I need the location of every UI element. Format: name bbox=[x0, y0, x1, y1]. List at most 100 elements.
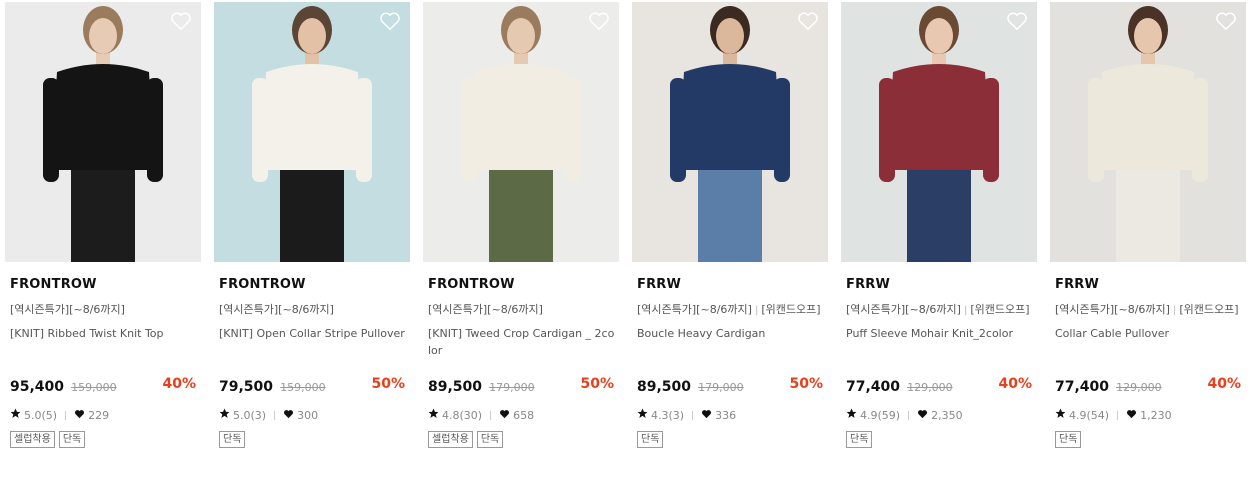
product-tags: 단독 bbox=[1050, 431, 1246, 448]
meta-divider bbox=[1117, 410, 1119, 420]
sale-price: 95,400 bbox=[10, 379, 65, 395]
wishlist-heart-icon[interactable] bbox=[1215, 11, 1237, 31]
sale-price: 79,500 bbox=[219, 379, 274, 395]
product-name[interactable]: Puff Sleeve Mohair Knit_2color bbox=[841, 325, 1037, 361]
discount-rate: 50% bbox=[580, 376, 614, 392]
discount-rate: 50% bbox=[789, 376, 823, 392]
product-meta: 4.3(3) 336 bbox=[632, 407, 828, 423]
product-tag: 단독 bbox=[1055, 431, 1082, 448]
discount-rate: 40% bbox=[998, 376, 1032, 392]
sale-price: 89,500 bbox=[637, 379, 692, 395]
price-row: 89,500 179,000 50% bbox=[632, 376, 828, 396]
product-tags: 단독 bbox=[632, 431, 828, 448]
meta-divider bbox=[692, 410, 694, 420]
meta-divider bbox=[490, 410, 492, 420]
sale-price: 77,400 bbox=[1055, 379, 1110, 395]
meta-divider bbox=[908, 410, 910, 420]
meta-divider bbox=[274, 410, 276, 420]
product-name[interactable]: Collar Cable Pullover bbox=[1050, 325, 1246, 361]
price-row: 77,400 129,000 40% bbox=[841, 376, 1037, 396]
like-count: 300 bbox=[297, 408, 319, 422]
like-count: 229 bbox=[88, 408, 110, 422]
original-price: 129,000 bbox=[907, 381, 953, 394]
wishlist-heart-icon[interactable] bbox=[797, 11, 819, 31]
heart-icon bbox=[701, 409, 712, 422]
product-tag: 셀럽착용 bbox=[428, 431, 473, 448]
product-card[interactable]: FRRW [역시즌특가][~8/6까지] | [위캔드오프] Puff Sleeve… bbox=[841, 2, 1037, 448]
product-brand[interactable]: FRRW bbox=[1050, 277, 1246, 292]
product-name[interactable]: [KNIT] Ribbed Twist Knit Top bbox=[5, 325, 201, 361]
star-icon bbox=[846, 408, 857, 422]
product-brand[interactable]: FRONTROW bbox=[214, 277, 410, 292]
product-image[interactable] bbox=[1050, 2, 1246, 262]
product-promo: [역시즌특가][~8/6까지] bbox=[423, 301, 619, 317]
price-row: 79,500 159,000 50% bbox=[214, 376, 410, 396]
product-brand[interactable]: FRONTROW bbox=[423, 277, 619, 292]
sale-price: 77,400 bbox=[846, 379, 901, 395]
product-promo-extra: [위캔드오프] bbox=[1179, 303, 1239, 316]
heart-icon bbox=[74, 409, 85, 422]
like-count: 658 bbox=[513, 408, 535, 422]
product-name[interactable]: [KNIT] Open Collar Stripe Pullover bbox=[214, 325, 410, 361]
product-image[interactable] bbox=[214, 2, 410, 262]
product-card[interactable]: FRRW [역시즌특가][~8/6까지] | [위캔드오프] Collar Cabl… bbox=[1050, 2, 1246, 448]
product-promo-extra: [위캔드오프] bbox=[761, 303, 821, 316]
discount-rate: 40% bbox=[1207, 376, 1241, 392]
product-meta: 5.0(3) 300 bbox=[214, 407, 410, 423]
product-meta: 5.0(5) 229 bbox=[5, 407, 201, 423]
product-image[interactable] bbox=[841, 2, 1037, 262]
product-name[interactable]: [KNIT] Tweed Crop Cardigan _ 2color bbox=[423, 325, 619, 361]
sale-price: 89,500 bbox=[428, 379, 483, 395]
product-tag: 단독 bbox=[637, 431, 664, 448]
product-tag: 단독 bbox=[58, 431, 86, 448]
original-price: 159,000 bbox=[280, 381, 326, 394]
product-image[interactable] bbox=[423, 2, 619, 262]
product-tag: 단독 bbox=[219, 431, 246, 448]
product-promo-label: [역시즌특가][~8/6까지] bbox=[10, 303, 125, 316]
price-row: 89,500 179,000 50% bbox=[423, 376, 619, 396]
heart-icon bbox=[283, 409, 294, 422]
original-price: 179,000 bbox=[698, 381, 744, 394]
product-meta: 4.9(59) 2,350 bbox=[841, 407, 1037, 423]
like-count: 336 bbox=[715, 408, 737, 422]
product-brand[interactable]: FRRW bbox=[841, 277, 1037, 292]
rating-value: 4.8(30) bbox=[442, 408, 483, 422]
star-icon bbox=[219, 408, 230, 422]
product-card[interactable]: FRRW [역시즌특가][~8/6까지] | [위캔드오프] Boucle Heav… bbox=[632, 2, 828, 448]
star-icon bbox=[1055, 408, 1066, 422]
product-tags: 셀럽착용 단독 bbox=[423, 431, 619, 448]
product-meta: 4.9(54) 1,230 bbox=[1050, 407, 1246, 423]
product-card[interactable]: FRONTROW [역시즌특가][~8/6까지] [KNIT] Ribbed T… bbox=[5, 2, 201, 448]
wishlist-heart-icon[interactable] bbox=[379, 11, 401, 31]
product-card[interactable]: FRONTROW [역시즌특가][~8/6까지] [KNIT] Open Col… bbox=[214, 2, 410, 448]
product-promo-label: [역시즌특가][~8/6까지] bbox=[846, 303, 961, 316]
discount-rate: 50% bbox=[371, 376, 405, 392]
rating-value: 4.9(54) bbox=[1069, 408, 1110, 422]
product-promo: [역시즌특가][~8/6까지] bbox=[5, 301, 201, 317]
product-tag: 셀럽착용 bbox=[10, 431, 55, 448]
product-promo-label: [역시즌특가][~8/6까지] bbox=[1055, 303, 1170, 316]
product-tags: 단독 bbox=[841, 431, 1037, 448]
like-count: 1,230 bbox=[1140, 408, 1172, 422]
heart-icon bbox=[917, 409, 928, 422]
discount-rate: 40% bbox=[162, 376, 196, 392]
heart-icon bbox=[1126, 409, 1137, 422]
rating-value: 5.0(5) bbox=[24, 408, 58, 422]
product-name[interactable]: Boucle Heavy Cardigan bbox=[632, 325, 828, 361]
product-brand[interactable]: FRONTROW bbox=[5, 277, 201, 292]
product-promo-label: [역시즌특가][~8/6까지] bbox=[428, 303, 543, 316]
product-card[interactable]: FRONTROW [역시즌특가][~8/6까지] [KNIT] Tweed Cr… bbox=[423, 2, 619, 448]
product-meta: 4.8(30) 658 bbox=[423, 407, 619, 423]
wishlist-heart-icon[interactable] bbox=[1006, 11, 1028, 31]
wishlist-heart-icon[interactable] bbox=[588, 11, 610, 31]
product-brand[interactable]: FRRW bbox=[632, 277, 828, 292]
star-icon bbox=[428, 408, 439, 422]
wishlist-heart-icon[interactable] bbox=[170, 11, 192, 31]
product-promo: [역시즌특가][~8/6까지] | [위캔드오프] bbox=[632, 301, 828, 317]
product-image[interactable] bbox=[5, 2, 201, 262]
promo-separator: | bbox=[963, 305, 968, 316]
product-image[interactable] bbox=[632, 2, 828, 262]
promo-separator: | bbox=[754, 305, 759, 316]
product-promo-extra: [위캔드오프] bbox=[970, 303, 1030, 316]
price-row: 95,400 159,000 40% bbox=[5, 376, 201, 396]
